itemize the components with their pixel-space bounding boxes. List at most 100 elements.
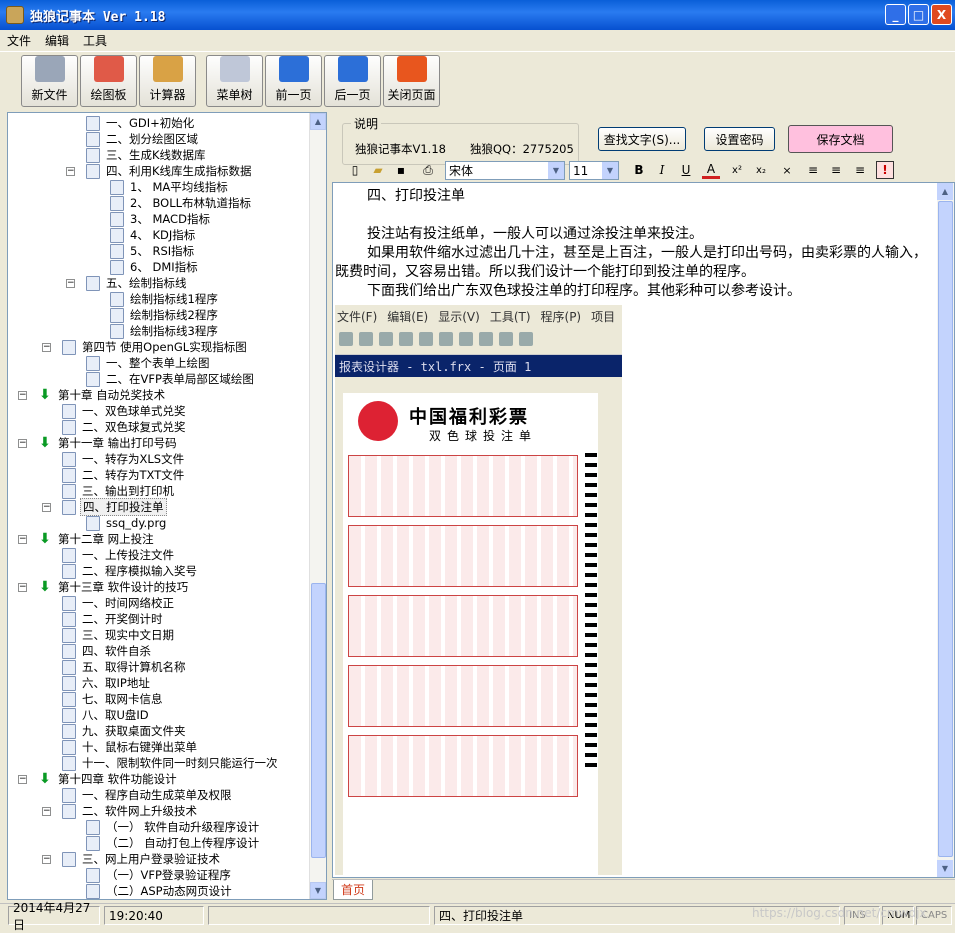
open-folder-icon[interactable]: ▰	[369, 161, 387, 179]
tab-home[interactable]: 首页	[333, 880, 373, 900]
tree-item[interactable]: − 三、网上用户登录验证技术	[42, 851, 222, 867]
tree-item[interactable]: 一、转存为XLS文件	[62, 451, 186, 467]
collapse-icon[interactable]: −	[66, 166, 75, 176]
subscript-icon[interactable]: x₂	[752, 161, 770, 179]
chevron-down-icon[interactable]: ▼	[548, 162, 564, 179]
tree-item[interactable]: 5、 RSI指标	[110, 243, 196, 259]
tree-item[interactable]: 二、转存为TXT文件	[62, 467, 186, 483]
tree-item[interactable]: ssq_dy.prg	[86, 515, 168, 531]
tree-item[interactable]: − 二、软件网上升级技术	[42, 803, 199, 819]
new-file-button[interactable]: 新文件	[21, 55, 78, 107]
menu-file[interactable]: 文件	[0, 32, 38, 49]
align-center-icon[interactable]: ≡	[827, 161, 845, 179]
italic-icon[interactable]: I	[653, 161, 671, 179]
save-document-button[interactable]: 保存文档	[788, 125, 893, 153]
tree-item[interactable]: 四、软件自杀	[62, 643, 153, 659]
tree-item[interactable]: 绘制指标线2程序	[110, 307, 220, 323]
editor-scroll-thumb[interactable]	[938, 201, 953, 857]
bold-icon[interactable]: B	[630, 161, 648, 179]
tree-item[interactable]: 三、生成K线数据库	[86, 147, 208, 163]
tree-item[interactable]: − ⬇ 第十章 自动兑奖技术	[18, 387, 167, 403]
collapse-icon[interactable]: −	[18, 582, 27, 592]
set-password-button[interactable]: 设置密码	[704, 127, 775, 151]
tree-scrollbar[interactable]: ▲ ▼	[309, 113, 326, 899]
calculator-button[interactable]: 计算器	[139, 55, 196, 107]
tree-item[interactable]: − ⬇ 第十一章 输出打印号码	[18, 435, 179, 451]
tree-item[interactable]: 十一、限制软件同一时刻只能运行一次	[62, 755, 280, 771]
clear-format-icon[interactable]: ×	[778, 161, 796, 179]
align-left-icon[interactable]: ≡	[804, 161, 822, 179]
tree-item[interactable]: 绘制指标线1程序	[110, 291, 220, 307]
tree-item[interactable]: 一、双色球单式兑奖	[62, 403, 188, 419]
tree-item[interactable]: 六、取IP地址	[62, 675, 152, 691]
underline-icon[interactable]: U	[677, 161, 695, 179]
minimize-button[interactable]: _	[885, 4, 906, 25]
size-select[interactable]: 11 ▼	[569, 161, 619, 180]
save-disk-icon[interactable]: ▪	[392, 161, 410, 179]
close-page-button[interactable]: 关闭页面	[383, 55, 440, 107]
document-editor[interactable]: 四、打印投注单 投注站有投注纸单，一般人可以通过涂投注单来投注。 如果用软件缩水…	[332, 182, 955, 878]
collapse-icon[interactable]: −	[42, 854, 51, 864]
tree-item[interactable]: 1、 MA平均线指标	[110, 179, 230, 195]
collapse-icon[interactable]: −	[18, 774, 27, 784]
scroll-up-icon[interactable]: ▲	[937, 183, 953, 200]
tree-item[interactable]: 九、获取桌面文件夹	[62, 723, 188, 739]
font-select[interactable]: 宋体 ▼	[445, 161, 565, 180]
chevron-down-icon[interactable]: ▼	[602, 162, 618, 179]
tree-item[interactable]: 二、程序模拟输入奖号	[62, 563, 199, 579]
tree-item[interactable]: 三、输出到打印机	[62, 483, 176, 499]
tree-item[interactable]: − 五、绘制指标线	[66, 275, 189, 291]
collapse-icon[interactable]: −	[42, 342, 51, 352]
menu-edit[interactable]: 编辑	[38, 32, 76, 49]
tree-item[interactable]: 2、 BOLL布林轨道指标	[110, 195, 253, 211]
tree-item[interactable]: − 四、打印投注单	[42, 498, 167, 516]
alert-icon[interactable]: !	[876, 161, 894, 179]
document-body[interactable]: 四、打印投注单 投注站有投注纸单，一般人可以通过涂投注单来投注。 如果用软件缩水…	[335, 187, 933, 301]
tree-item[interactable]: 一、整个表单上绘图	[86, 355, 212, 371]
font-color-icon[interactable]: A	[702, 161, 720, 179]
print-icon[interactable]: ⎙	[419, 161, 437, 179]
scroll-down-icon[interactable]: ▼	[310, 882, 326, 899]
tree-item[interactable]: 二、开奖倒计时	[62, 611, 165, 627]
tree-item[interactable]: 一、GDI+初始化	[86, 115, 196, 131]
prev-page-button[interactable]: 前一页	[265, 55, 322, 107]
tree-item[interactable]: 二、划分绘图区域	[86, 131, 200, 147]
scroll-down-icon[interactable]: ▼	[937, 860, 953, 877]
new-doc-icon[interactable]: ▯	[346, 161, 364, 179]
tree-item[interactable]: − 四、利用K线库生成指标数据	[66, 163, 254, 179]
chapter-tree[interactable]: 一、GDI+初始化 二、划分绘图区域 三、生成K线数据库 − 四、利用K线库生成指标数据…	[7, 112, 327, 900]
collapse-icon[interactable]: −	[18, 438, 27, 448]
collapse-icon[interactable]: −	[42, 502, 51, 512]
collapse-icon[interactable]: −	[18, 534, 27, 544]
scroll-up-icon[interactable]: ▲	[310, 113, 326, 130]
tree-item[interactable]: 6、 DMI指标	[110, 259, 200, 275]
tree-item[interactable]: （一） 软件自动升级程序设计	[86, 819, 261, 835]
tree-item[interactable]: 一、程序自动生成菜单及权限	[62, 787, 234, 803]
tree-item[interactable]: − 第四节 使用OpenGL实现指标图	[42, 339, 249, 355]
tree-item[interactable]: （二）ASP动态网页设计	[86, 883, 234, 899]
editor-scrollbar[interactable]: ▲ ▼	[937, 183, 954, 877]
tree-item[interactable]: （二） 自动打包上传程序设计	[86, 835, 261, 851]
menu-tree-button[interactable]: 菜单树	[206, 55, 263, 107]
tree-item[interactable]: 五、取得计算机名称	[62, 659, 188, 675]
tree-item[interactable]: 二、在VFP表单局部区域绘图	[86, 371, 256, 387]
tree-item[interactable]: 二、双色球复式兑奖	[62, 419, 188, 435]
collapse-icon[interactable]: −	[42, 806, 51, 816]
close-button[interactable]: X	[931, 4, 952, 25]
tree-item[interactable]: 三、现实中文日期	[62, 627, 176, 643]
paint-board-button[interactable]: 绘图板	[80, 55, 137, 107]
collapse-icon[interactable]: −	[66, 278, 75, 288]
superscript-icon[interactable]: x²	[728, 161, 746, 179]
maximize-button[interactable]: □	[908, 4, 929, 25]
tree-item[interactable]: 七、取网卡信息	[62, 691, 165, 707]
tree-item[interactable]: 绘制指标线3程序	[110, 323, 220, 339]
align-right-icon[interactable]: ≡	[851, 161, 869, 179]
tree-item[interactable]: 十、鼠标右键弹出菜单	[62, 739, 199, 755]
tree-item[interactable]: 一、时间网络校正	[62, 595, 176, 611]
collapse-icon[interactable]: −	[18, 390, 27, 400]
tree-item[interactable]: 一、上传投注文件	[62, 547, 176, 563]
tree-item[interactable]: − ⬇ 第十二章 网上投注	[18, 531, 156, 547]
tree-item[interactable]: 4、 KDJ指标	[110, 227, 197, 243]
tree-item[interactable]: − ⬇ 第十四章 软件功能设计	[18, 771, 179, 787]
tree-item[interactable]: 3、 MACD指标	[110, 211, 212, 227]
